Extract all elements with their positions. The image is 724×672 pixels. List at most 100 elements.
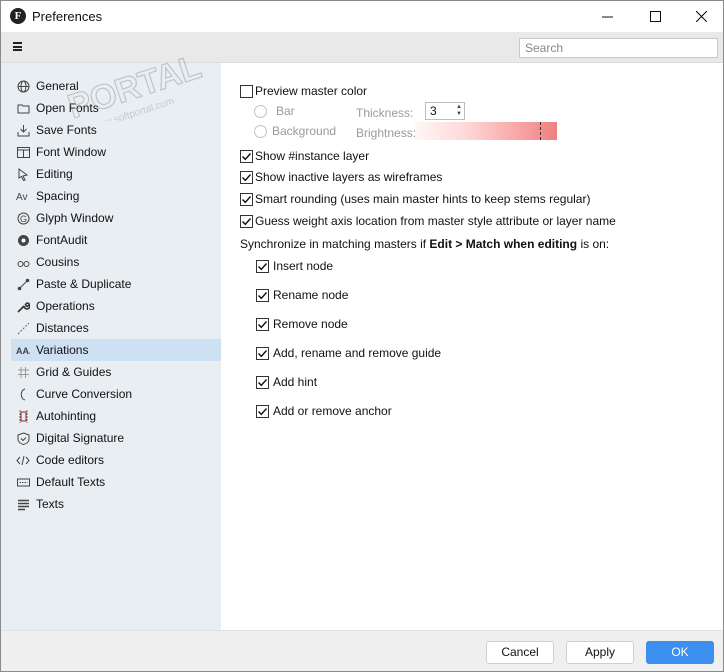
preview-master-color-row[interactable]: Preview master color xyxy=(240,82,367,100)
option-row-3[interactable]: Guess weight axis location from master s… xyxy=(240,212,616,230)
title-bar: F Preferences xyxy=(1,1,723,32)
sync-option-label: Add hint xyxy=(273,375,318,389)
sidebar-item-spacing[interactable]: Av Spacing xyxy=(11,185,221,207)
sidebar-item-code-editors[interactable]: Code editors xyxy=(11,449,221,471)
sync-option-row-4[interactable]: Add hint xyxy=(256,373,317,391)
bar-radio-row[interactable]: Bar xyxy=(254,102,295,120)
sidebar-item-label: Variations xyxy=(36,343,89,357)
sidebar-item-texts[interactable]: Texts xyxy=(11,493,221,515)
pointer-icon xyxy=(16,167,30,181)
add-remove-anchor-checkbox[interactable] xyxy=(256,404,269,418)
menu-icon[interactable] xyxy=(13,42,22,51)
preview-master-color-checkbox[interactable] xyxy=(240,84,253,98)
sidebar-item-editing[interactable]: Editing xyxy=(11,163,221,185)
preview-master-color-label: Preview master color xyxy=(255,84,368,98)
app-logo-icon: F xyxy=(10,8,26,24)
code-icon xyxy=(16,453,30,467)
ok-button[interactable]: OK xyxy=(646,641,714,664)
cousins-icon xyxy=(16,255,30,269)
sidebar-item-label: Curve Conversion xyxy=(36,387,133,401)
sidebar-item-operations[interactable]: Operations xyxy=(11,295,221,317)
sidebar-item-label: Font Window xyxy=(36,145,107,159)
texts-icon xyxy=(16,497,30,511)
sync-option-label: Insert node xyxy=(273,259,334,273)
sync-option-row-2[interactable]: Remove node xyxy=(256,315,348,333)
window-title: Preferences xyxy=(32,9,103,24)
sidebar-item-cousins[interactable]: Cousins xyxy=(11,251,221,273)
sidebar-item-label: Save Fonts xyxy=(36,123,97,137)
sidebar-item-label: General xyxy=(36,79,79,93)
maximize-button[interactable] xyxy=(632,1,678,31)
sync-option-row-5[interactable]: Add or remove anchor xyxy=(256,402,392,420)
sidebar-item-general[interactable]: General xyxy=(11,75,221,97)
curve-icon xyxy=(16,387,30,401)
brightness-slider[interactable] xyxy=(415,122,557,140)
spin-arrows-icon[interactable]: ▲ ▼ xyxy=(456,104,462,118)
brightness-label: Brightness: xyxy=(356,126,417,140)
option-label: Guess weight axis location from master s… xyxy=(255,214,616,228)
sync-option-row-0[interactable]: Insert node xyxy=(256,257,333,275)
option-row-0[interactable]: Show #instance layer xyxy=(240,147,369,165)
shield-icon xyxy=(16,431,30,445)
sidebar-item-open-fonts[interactable]: Open Fonts xyxy=(11,97,221,119)
sidebar-item-font-window[interactable]: Font Window xyxy=(11,141,221,163)
cancel-button[interactable]: Cancel xyxy=(486,641,554,664)
sidebar-item-label: Paste & Duplicate xyxy=(36,277,132,291)
background-radio[interactable] xyxy=(254,124,267,138)
add-rename-remove-guide-checkbox[interactable] xyxy=(256,346,269,360)
thickness-value: 3 xyxy=(430,104,437,118)
sidebar-item-digital-signature[interactable]: Digital Signature xyxy=(11,427,221,449)
sidebar-item-autohinting[interactable]: Autohinting xyxy=(11,405,221,427)
remove-node-checkbox[interactable] xyxy=(256,317,269,331)
rename-node-checkbox[interactable] xyxy=(256,288,269,302)
close-button[interactable] xyxy=(678,1,724,31)
globe-icon xyxy=(16,79,30,93)
spacing-icon: Av xyxy=(16,189,30,203)
sync-option-label: Rename node xyxy=(273,288,349,302)
sidebar-item-paste-duplicate[interactable]: Paste & Duplicate xyxy=(11,273,221,295)
autohinting-icon xyxy=(16,409,30,423)
sidebar-item-glyph-window[interactable]: G Glyph Window xyxy=(11,207,221,229)
sidebar-item-variations[interactable]: AAA Variations xyxy=(11,339,221,361)
close-icon xyxy=(695,10,707,22)
option-row-1[interactable]: Show inactive layers as wireframes xyxy=(240,168,442,186)
sidebar-item-default-texts[interactable]: Default Texts xyxy=(11,471,221,493)
sidebar-item-save-fonts[interactable]: Save Fonts xyxy=(11,119,221,141)
glyph-window-icon: G xyxy=(16,211,30,225)
sidebar-item-grid-guides[interactable]: Grid & Guides xyxy=(11,361,221,383)
bar-radio[interactable] xyxy=(254,104,267,118)
background-radio-row[interactable]: Background xyxy=(254,122,336,140)
sync-heading-menu-path: Edit > Match when editing xyxy=(429,237,578,251)
minimize-button[interactable] xyxy=(584,1,630,31)
search-input[interactable] xyxy=(519,38,718,58)
brightness-slider-handle[interactable] xyxy=(540,122,541,140)
sync-option-row-3[interactable]: Add, rename and remove guide xyxy=(256,344,441,362)
sidebar-item-fontaudit[interactable]: FontAudit xyxy=(11,229,221,251)
minimize-icon xyxy=(601,16,613,17)
sync-option-row-1[interactable]: Rename node xyxy=(256,286,348,304)
svg-text:Av: Av xyxy=(16,192,28,203)
bar-radio-label: Bar xyxy=(276,104,295,118)
apply-button[interactable]: Apply xyxy=(566,641,634,664)
smart-rounding-checkbox[interactable] xyxy=(240,192,253,206)
sync-option-label: Add, rename and remove guide xyxy=(273,346,442,360)
add-hint-checkbox[interactable] xyxy=(256,375,269,389)
sidebar-item-distances[interactable]: Distances xyxy=(11,317,221,339)
sidebar-item-curve-conversion[interactable]: Curve Conversion xyxy=(11,383,221,405)
grid-icon xyxy=(16,365,30,379)
inactive-layers-wireframes-checkbox[interactable] xyxy=(240,170,253,184)
sync-heading-prefix: Synchronize in matching masters if xyxy=(240,237,430,251)
toolbar xyxy=(1,32,723,63)
sidebar-item-label: Operations xyxy=(36,299,95,313)
thickness-spinbox[interactable]: 3 ▲ ▼ xyxy=(425,102,465,120)
sidebar-item-label: FontAudit xyxy=(36,233,88,247)
show-instance-layer-checkbox[interactable] xyxy=(240,149,253,163)
sidebar-item-label: Glyph Window xyxy=(36,211,114,225)
guess-weight-axis-checkbox[interactable] xyxy=(240,214,253,228)
font-window-icon xyxy=(16,145,30,159)
option-row-2[interactable]: Smart rounding (uses main master hints t… xyxy=(240,190,590,208)
insert-node-checkbox[interactable] xyxy=(256,259,269,273)
paste-icon xyxy=(16,277,30,291)
dialog-footer: Cancel Apply OK xyxy=(1,630,723,671)
fontaudit-icon xyxy=(16,233,30,247)
